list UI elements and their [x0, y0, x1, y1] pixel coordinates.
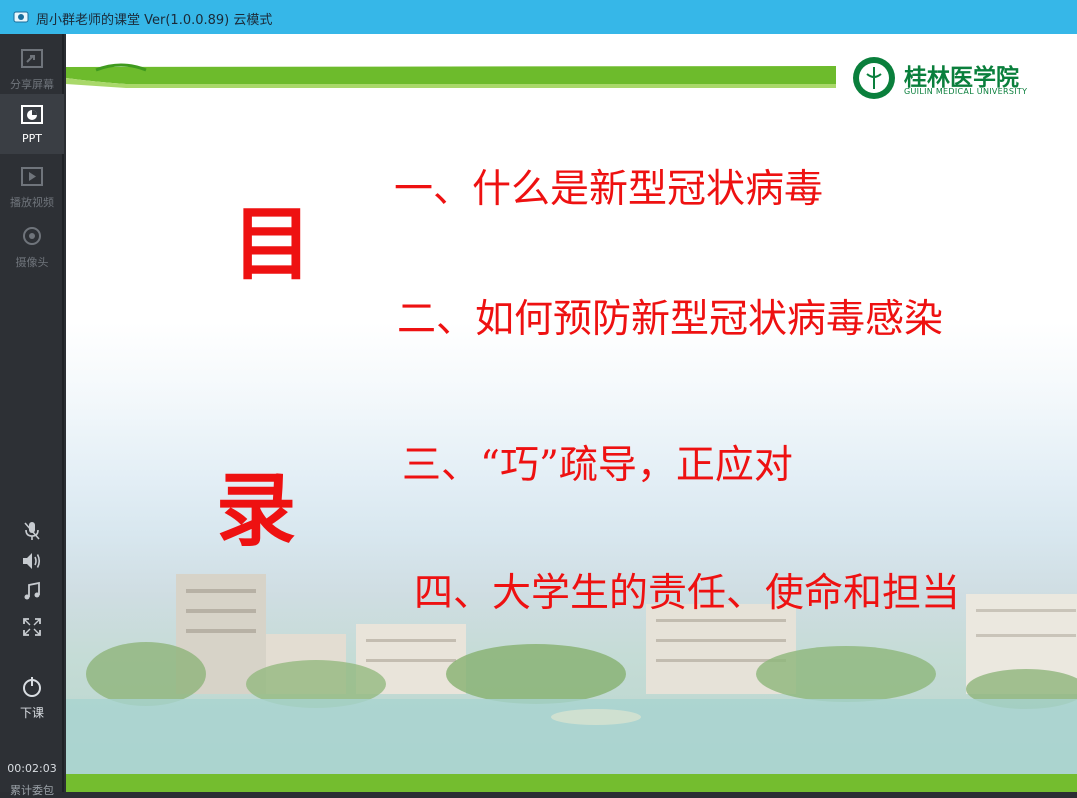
class-timer: 00:02:03	[7, 762, 57, 775]
sidebar-item-ppt[interactable]: PPT	[0, 94, 64, 154]
university-logo-subtext: GUILIN MEDICAL UNIVERSITY	[904, 87, 1028, 96]
slide-heading-char-2: 录	[216, 463, 296, 557]
window-title: 周小群老师的课堂 Ver(1.0.0.89) 云模式	[36, 13, 273, 28]
sidebar: 分享屏幕 PPT 播放视频 摄像头 下课 00:02:03 累计委包	[0, 34, 64, 797]
play-video-icon	[21, 167, 43, 186]
end-class-button[interactable]: 下课	[0, 672, 64, 726]
sidebar-item-camera[interactable]: 摄像头	[0, 216, 64, 276]
fullscreen-icon[interactable]	[20, 616, 44, 638]
sidebar-item-share-screen[interactable]: 分享屏幕	[0, 38, 64, 98]
end-class-label: 下课	[19, 706, 44, 720]
music-icon[interactable]	[20, 581, 44, 603]
slide-heading-char-1: 目	[232, 197, 312, 291]
slide-background-art	[66, 57, 1077, 792]
slide-canvas: 目 录 一、什么是新型冠状病毒 二、如何预防新型冠状病毒感染 三、“巧”疏导，正…	[66, 34, 1077, 792]
sidebar-item-play-video[interactable]: 播放视频	[0, 156, 64, 216]
sidebar-item-label: 播放视频	[10, 196, 54, 209]
speaker-icon[interactable]	[20, 550, 44, 572]
toc-item-4: 四、大学生的责任、使命和担当	[414, 571, 961, 616]
cumulative-label: 累计委包	[10, 784, 54, 797]
share-screen-icon	[21, 49, 43, 68]
camera-icon	[23, 227, 41, 245]
mic-muted-icon[interactable]	[20, 520, 44, 542]
sidebar-item-label: 分享屏幕	[10, 78, 54, 91]
sidebar-item-label: PPT	[22, 132, 42, 145]
toc-item-2: 二、如何预防新型冠状病毒感染	[397, 297, 944, 342]
power-icon	[23, 677, 41, 697]
toc-item-1: 一、什么是新型冠状病毒	[394, 167, 824, 212]
ppt-icon	[21, 105, 43, 124]
window-titlebar[interactable]: 周小群老师的课堂 Ver(1.0.0.89) 云模式	[0, 0, 1077, 34]
app-icon	[13, 11, 29, 23]
sidebar-item-label: 摄像头	[15, 256, 49, 269]
toc-item-3: 三、“巧”疏导，正应对	[402, 443, 793, 488]
